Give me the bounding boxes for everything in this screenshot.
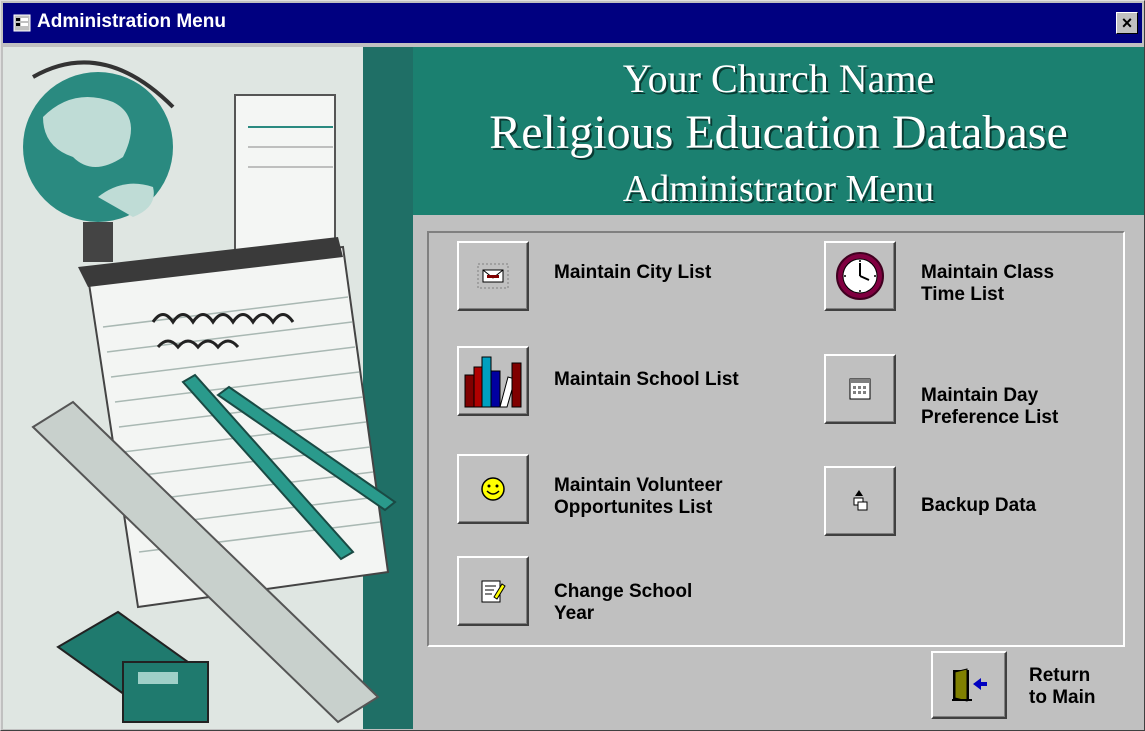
backup-data-button[interactable] xyxy=(824,466,896,536)
church-name: Your Church Name xyxy=(622,56,935,101)
return-to-main-label[interactable]: Return to Main xyxy=(1029,665,1096,709)
database-title: Religious Education Database xyxy=(489,106,1068,159)
notepad-edit-icon xyxy=(481,580,506,603)
maintain-school-list-button[interactable] xyxy=(457,346,529,416)
clipart-panel xyxy=(3,47,413,729)
envelope-icon xyxy=(477,263,509,289)
close-button[interactable]: × xyxy=(1116,12,1138,34)
maintain-city-list-button[interactable] xyxy=(457,241,529,311)
maintain-volunteer-opportunites-list-button[interactable] xyxy=(457,454,529,524)
exit-door-icon xyxy=(952,668,987,702)
backup-icon xyxy=(853,490,868,511)
backup-data-label[interactable]: Backup Data xyxy=(921,495,1036,517)
change-school-year-button[interactable] xyxy=(457,556,529,626)
change-school-year-label[interactable]: Change School Year xyxy=(554,581,692,625)
return-to-main-button[interactable] xyxy=(931,651,1007,719)
maintain-school-list-label[interactable]: Maintain School List xyxy=(554,369,739,391)
maintain-class-time-list-label[interactable]: Maintain Class Time List xyxy=(921,262,1054,306)
administration-menu-window: Administration Menu × Your Church Name R… xyxy=(0,0,1145,731)
maintain-day-preference-list-button[interactable] xyxy=(824,354,896,424)
menu-title: Administrator Menu xyxy=(622,168,935,210)
smiley-icon xyxy=(481,477,505,501)
form-icon[interactable] xyxy=(13,14,31,32)
maintain-class-time-list-button[interactable] xyxy=(824,241,896,311)
maintain-city-list-label[interactable]: Maintain City List xyxy=(554,262,711,284)
clock-icon xyxy=(836,252,884,300)
maintain-volunteer-opportunites-list-label[interactable]: Maintain Volunteer Opportunites List xyxy=(554,475,723,519)
maintain-day-preference-list-label[interactable]: Maintain Day Preference List xyxy=(921,385,1058,429)
school-supplies-illustration xyxy=(3,47,413,729)
window-title: Administration Menu xyxy=(37,11,226,32)
calendar-icon xyxy=(849,378,871,400)
header-banner: Your Church Name Religious Education Dat… xyxy=(413,47,1144,215)
title-bar[interactable]: Administration Menu × xyxy=(3,3,1142,43)
books-icon xyxy=(464,356,522,408)
